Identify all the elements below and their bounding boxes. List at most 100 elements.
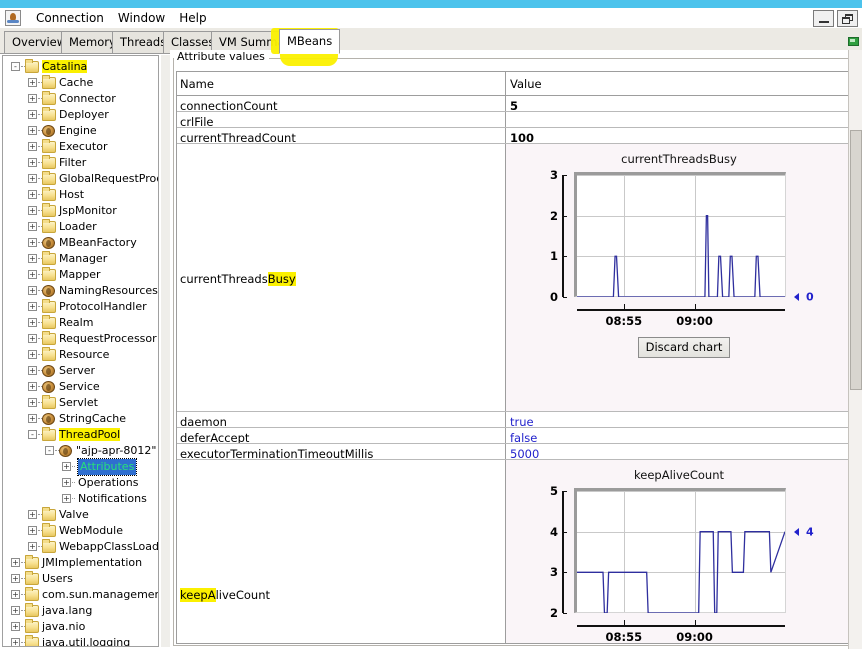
tree-node-label[interactable]: Realm: [59, 315, 93, 331]
tree-node-label[interactable]: MBeanFactory: [59, 235, 137, 251]
tree-node-notifications[interactable]: + Notifications: [3, 491, 158, 507]
attribute-name-cell[interactable]: currentThreads Busy: [177, 144, 506, 411]
tree-node-requestprocessor[interactable]: + RequestProcessor: [3, 331, 158, 347]
tree-node-label[interactable]: RequestProcessor: [59, 331, 157, 347]
tree-expander-expand[interactable]: +: [28, 286, 37, 295]
tree-expander-expand[interactable]: +: [11, 558, 20, 567]
table-row[interactable]: keepA liveCount keepAliveCount 2 3 4 5 4 08:55 09…: [177, 460, 851, 643]
tree-expander-expand[interactable]: +: [28, 318, 37, 327]
tree-node-label[interactable]: java.lang: [42, 603, 92, 619]
attributes-table[interactable]: Name Value connectionCount 5 crlFile curren…: [176, 71, 852, 644]
tree-node-label[interactable]: Server: [59, 363, 95, 379]
tree-node-label[interactable]: Loader: [59, 219, 97, 235]
table-row[interactable]: crlFile: [177, 112, 851, 128]
tree-node-jmimplementation[interactable]: + JMImplementation: [3, 555, 158, 571]
tree-expander-expand[interactable]: +: [62, 478, 71, 487]
tree-node--ajp-apr-8012-[interactable]: - "ajp-apr-8012": [3, 443, 158, 459]
tree-expander-expand[interactable]: +: [28, 126, 37, 135]
column-header-value[interactable]: Value: [506, 72, 851, 95]
tree-node-loader[interactable]: + Loader: [3, 219, 158, 235]
tree-node-label[interactable]: java.util.logging: [42, 635, 130, 646]
tree-expander-expand[interactable]: +: [28, 238, 37, 247]
tree-node-java-util-logging[interactable]: + java.util.logging: [3, 635, 158, 646]
tree-node-servlet[interactable]: + Servlet: [3, 395, 158, 411]
tree-expander-expand[interactable]: +: [28, 366, 37, 375]
tree-expander-expand[interactable]: +: [28, 222, 37, 231]
tree-expander-expand[interactable]: +: [28, 110, 37, 119]
tree-expander-expand[interactable]: +: [28, 254, 37, 263]
tree-node-stringcache[interactable]: + StringCache: [3, 411, 158, 427]
tree-node-label[interactable]: com.sun.management: [42, 587, 158, 603]
tree-node-label[interactable]: GlobalRequestProces: [59, 171, 158, 187]
tree-expander-expand[interactable]: +: [11, 590, 20, 599]
attribute-value-cell[interactable]: keepAliveCount2345408:5509:00Discard cha…: [506, 460, 851, 643]
attribute-value-cell[interactable]: 5000: [506, 444, 851, 459]
tree-node-host[interactable]: + Host: [3, 187, 158, 203]
tree-node-label[interactable]: Manager: [59, 251, 107, 267]
attribute-name-cell[interactable]: crlFile: [177, 112, 506, 127]
tree-expander-expand[interactable]: +: [28, 158, 37, 167]
vertical-scrollbar[interactable]: [848, 50, 862, 649]
tree-expander-expand[interactable]: +: [28, 350, 37, 359]
tree-node-resource[interactable]: + Resource: [3, 347, 158, 363]
attribute-name-cell[interactable]: connectionCount: [177, 96, 506, 111]
tree-expander-collapse[interactable]: -: [45, 446, 54, 455]
tree-node-label[interactable]: Engine: [59, 123, 97, 139]
tree-expander-expand[interactable]: +: [11, 622, 20, 631]
menu-window[interactable]: Window: [111, 10, 172, 26]
tree-node-webmodule[interactable]: + WebModule: [3, 523, 158, 539]
tree-node-connector[interactable]: + Connector: [3, 91, 158, 107]
tree-node-java-lang[interactable]: + java.lang: [3, 603, 158, 619]
tree-node-label[interactable]: Valve: [59, 507, 89, 523]
tree-node-users[interactable]: + Users: [3, 571, 158, 587]
tree-node-label[interactable]: Host: [59, 187, 84, 203]
attribute-name-cell[interactable]: deferAccept: [177, 428, 506, 443]
attribute-value-cell[interactable]: [506, 112, 851, 127]
tree-expander-expand[interactable]: +: [28, 270, 37, 279]
tree-node-threadpool[interactable]: - ThreadPool: [3, 427, 158, 443]
tree-node-globalrequestproces[interactable]: + GlobalRequestProces: [3, 171, 158, 187]
tree-node-operations[interactable]: + Operations: [3, 475, 158, 491]
tree-expander-expand[interactable]: +: [28, 302, 37, 311]
tree-expander-expand[interactable]: +: [28, 94, 37, 103]
tree-node-label[interactable]: ProtocolHandler: [59, 299, 147, 315]
tree-node-jspmonitor[interactable]: + JspMonitor: [3, 203, 158, 219]
tree-node-label[interactable]: Servlet: [59, 395, 98, 411]
tree-node-label[interactable]: Filter: [59, 155, 86, 171]
tree-node-label[interactable]: Mapper: [59, 267, 101, 283]
tree-node-cache[interactable]: + Cache: [3, 75, 158, 91]
tree-node-label[interactable]: Notifications: [78, 491, 147, 507]
tree-node-executor[interactable]: + Executor: [3, 139, 158, 155]
tree-node-label[interactable]: Connector: [59, 91, 116, 107]
tree-node-deployer[interactable]: + Deployer: [3, 107, 158, 123]
attribute-value-cell[interactable]: 100: [506, 128, 851, 143]
attribute-value-cell[interactable]: currentThreadsBusy 0 1 2 3 0 08:55 09:00 Discard…: [506, 144, 851, 411]
table-row[interactable]: deferAccept false: [177, 428, 851, 444]
table-row[interactable]: currentThreadCount 100: [177, 128, 851, 144]
tree-expander-expand[interactable]: +: [62, 494, 71, 503]
pane-splitter[interactable]: [161, 55, 170, 647]
tree-expander-expand[interactable]: +: [28, 206, 37, 215]
tree-node-label[interactable]: JspMonitor: [59, 203, 117, 219]
attribute-name-cell[interactable]: keepA liveCount: [177, 460, 506, 643]
tree-node-label[interactable]: StringCache: [59, 411, 126, 427]
attribute-value-cell[interactable]: true: [506, 412, 851, 427]
column-header-name[interactable]: Name: [177, 72, 506, 95]
tree-node-realm[interactable]: + Realm: [3, 315, 158, 331]
tree-node-protocolhandler[interactable]: + ProtocolHandler: [3, 299, 158, 315]
tree-node-label[interactable]: Attributes: [76, 458, 138, 476]
table-row[interactable]: connectionCount 5: [177, 96, 851, 112]
tree-expander-collapse[interactable]: -: [28, 430, 37, 439]
tree-node-filter[interactable]: + Filter: [3, 155, 158, 171]
scrollbar-thumb[interactable]: [850, 130, 862, 390]
tree-node-label[interactable]: Operations: [78, 475, 138, 491]
attribute-value-cell[interactable]: 5: [506, 96, 851, 111]
tree-node-label[interactable]: "ajp-apr-8012": [76, 443, 156, 459]
tree-expander-expand[interactable]: +: [28, 398, 37, 407]
tab-mbeans[interactable]: MBeans: [279, 29, 341, 54]
table-row[interactable]: executorTerminationTimeoutMillis 5000: [177, 444, 851, 460]
tree-node-label[interactable]: Cache: [59, 75, 93, 91]
tree-expander-expand[interactable]: +: [62, 462, 71, 471]
tree-node-server[interactable]: + Server: [3, 363, 158, 379]
tree-node-label[interactable]: java.nio: [42, 619, 85, 635]
